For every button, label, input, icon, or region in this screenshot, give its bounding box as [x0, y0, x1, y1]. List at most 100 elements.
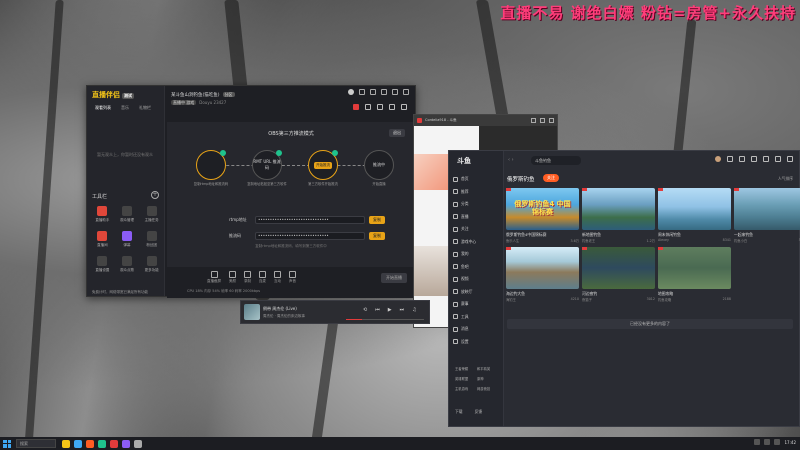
- bottom-tool[interactable]: 美颜: [229, 271, 236, 284]
- stream-card[interactable]: 地图攻略 钓鱼攻略 2188: [658, 247, 731, 302]
- stream-card[interactable]: 河边夜钓 夜猫子 3012: [582, 247, 655, 302]
- minimize-icon[interactable]: [531, 118, 536, 123]
- gift-icon[interactable]: [365, 104, 371, 110]
- tool-item[interactable]: 弹幕: [115, 231, 140, 248]
- mail-icon[interactable]: [359, 89, 365, 95]
- record-icon[interactable]: [353, 104, 359, 110]
- tool-item[interactable]: 观众管理: [115, 206, 140, 223]
- repeat-icon[interactable]: ⟲: [363, 307, 367, 313]
- maximize-icon[interactable]: [392, 89, 398, 95]
- go-live-button[interactable]: 开始直播: [381, 273, 407, 283]
- nav-item[interactable]: 分类: [453, 198, 501, 211]
- maximize-icon[interactable]: [540, 118, 545, 123]
- taskbar-app-icon[interactable]: [98, 439, 106, 448]
- tool-item[interactable]: 直播设置: [90, 256, 115, 273]
- ime-icon[interactable]: [774, 439, 781, 445]
- follow-button[interactable]: 关注: [543, 174, 559, 182]
- search-input[interactable]: 斗鱼钓鱼: [531, 156, 581, 165]
- taskbar-app-icon[interactable]: [122, 439, 130, 448]
- menu-icon[interactable]: [751, 156, 757, 162]
- history-icon[interactable]: [727, 156, 733, 162]
- stream-card[interactable]: 一起来钓鱼钓鱼小白5620: [734, 188, 800, 243]
- tab-close-icon[interactable]: [417, 118, 422, 123]
- camera-icon[interactable]: [377, 104, 383, 110]
- stream-card[interactable]: 周末休闲钓鱼 Alexey 8341: [658, 188, 731, 243]
- nav-item[interactable]: 设置: [453, 336, 501, 349]
- bottom-tool[interactable]: 声音: [289, 271, 296, 284]
- nav-item[interactable]: 关注: [453, 223, 501, 236]
- copy-key-button[interactable]: 复制: [369, 232, 385, 240]
- stream-card[interactable]: 新地图钓鱼 钓鱼老王 1.2万: [582, 188, 655, 243]
- game-shortcut[interactable]: 主机游戏: [455, 386, 477, 391]
- game-shortcut[interactable]: 网游竞技: [477, 386, 499, 391]
- nav-item[interactable]: 鱼吧: [453, 261, 501, 274]
- tool-item[interactable]: 直播助手: [90, 206, 115, 223]
- game-shortcut[interactable]: 和平精英: [477, 366, 499, 371]
- windows-start-icon[interactable]: [3, 439, 11, 448]
- prev-icon[interactable]: ⏮: [375, 307, 380, 313]
- feedback-link[interactable]: 反馈: [475, 409, 483, 415]
- tool-item[interactable]: 观众点歌: [115, 256, 140, 273]
- nav-item[interactable]: 我的: [453, 248, 501, 261]
- exit-mode-button[interactable]: 退出: [389, 129, 405, 137]
- key-input[interactable]: ••••••••••••••••••••••••••••••: [255, 232, 365, 240]
- clock[interactable]: 17:42: [784, 440, 796, 445]
- tab-gifts[interactable]: 礼物栏: [139, 105, 151, 111]
- bottom-tool[interactable]: 直播截屏: [207, 271, 221, 284]
- nav-item[interactable]: 放映厅: [453, 286, 501, 299]
- tool-item[interactable]: 主播任务: [139, 206, 164, 223]
- nav-item[interactable]: 推荐: [453, 186, 501, 199]
- next-icon[interactable]: ⏭: [400, 307, 405, 313]
- tab-music[interactable]: 音乐: [121, 105, 129, 111]
- tool-item[interactable]: 更多功能: [139, 256, 164, 273]
- nav-item[interactable]: 赛事: [453, 298, 501, 311]
- nav-item[interactable]: 视频: [453, 273, 501, 286]
- stream-card[interactable]: 俄罗斯钓鱼4 中国锦标赛 俄罗斯钓鱼4中国锦标赛 鱼乐人生 3.6万: [506, 188, 579, 243]
- maximize-icon[interactable]: [775, 156, 781, 162]
- tool-item[interactable]: 直播间: [90, 231, 115, 248]
- close-icon[interactable]: [403, 89, 409, 95]
- taskbar-app-icon[interactable]: [74, 439, 82, 448]
- bottom-tool[interactable]: 录制: [244, 271, 251, 284]
- minimize-icon[interactable]: [763, 156, 769, 162]
- add-tool-icon[interactable]: +: [151, 191, 159, 199]
- avatar[interactable]: [715, 156, 721, 162]
- sort-dropdown[interactable]: 人气排序: [778, 176, 793, 182]
- game-shortcut[interactable]: 英雄联盟: [455, 376, 477, 381]
- douyu-logo[interactable]: 斗鱼: [457, 156, 471, 166]
- nav-item[interactable]: 游戏中心: [453, 236, 501, 249]
- stream-card[interactable]: 海边钓大鱼 海钓王 4210: [506, 247, 579, 302]
- room-tag[interactable]: 分区: [222, 92, 235, 97]
- nav-item[interactable]: 消息: [453, 323, 501, 336]
- browser-tab-title[interactable]: Cordelia918 - 斗鱼: [425, 118, 475, 123]
- wifi-icon[interactable]: [754, 439, 761, 445]
- close-icon[interactable]: [549, 118, 554, 123]
- nav-arrows-icon[interactable]: ‹ ›: [508, 157, 514, 163]
- menu-icon[interactable]: [370, 89, 376, 95]
- taskbar-app-icon[interactable]: [86, 439, 94, 448]
- close-icon[interactable]: [787, 156, 793, 162]
- progress-bar[interactable]: [346, 319, 424, 320]
- share-icon[interactable]: [401, 104, 407, 110]
- play-icon[interactable]: ▶: [388, 307, 392, 313]
- minimize-icon[interactable]: [381, 89, 387, 95]
- game-shortcut[interactable]: 原神: [477, 376, 499, 381]
- tab-viewers[interactable]: 观看列表: [95, 105, 111, 111]
- nav-item[interactable]: 首页: [453, 173, 501, 186]
- taskbar-app-icon[interactable]: [134, 439, 142, 448]
- lyrics-icon[interactable]: ♫: [412, 307, 416, 313]
- taskbar-app-icon[interactable]: [62, 439, 70, 448]
- message-icon[interactable]: [739, 156, 745, 162]
- nav-item[interactable]: 工具: [453, 311, 501, 324]
- bottom-tool[interactable]: 互动: [274, 271, 281, 284]
- nav-item[interactable]: 直播: [453, 211, 501, 224]
- download-link[interactable]: 下载: [455, 409, 463, 415]
- tool-item[interactable]: 粉丝团: [139, 231, 164, 248]
- volume-icon[interactable]: [764, 439, 771, 445]
- avatar[interactable]: [348, 89, 354, 95]
- rtmp-input[interactable]: ••••••••••••••••••••••••••••••: [255, 216, 365, 224]
- taskbar-app-icon[interactable]: [110, 439, 118, 448]
- settings-icon[interactable]: [389, 104, 395, 110]
- bottom-tool[interactable]: 连麦: [259, 271, 266, 284]
- taskbar-search-input[interactable]: 搜索: [16, 439, 56, 448]
